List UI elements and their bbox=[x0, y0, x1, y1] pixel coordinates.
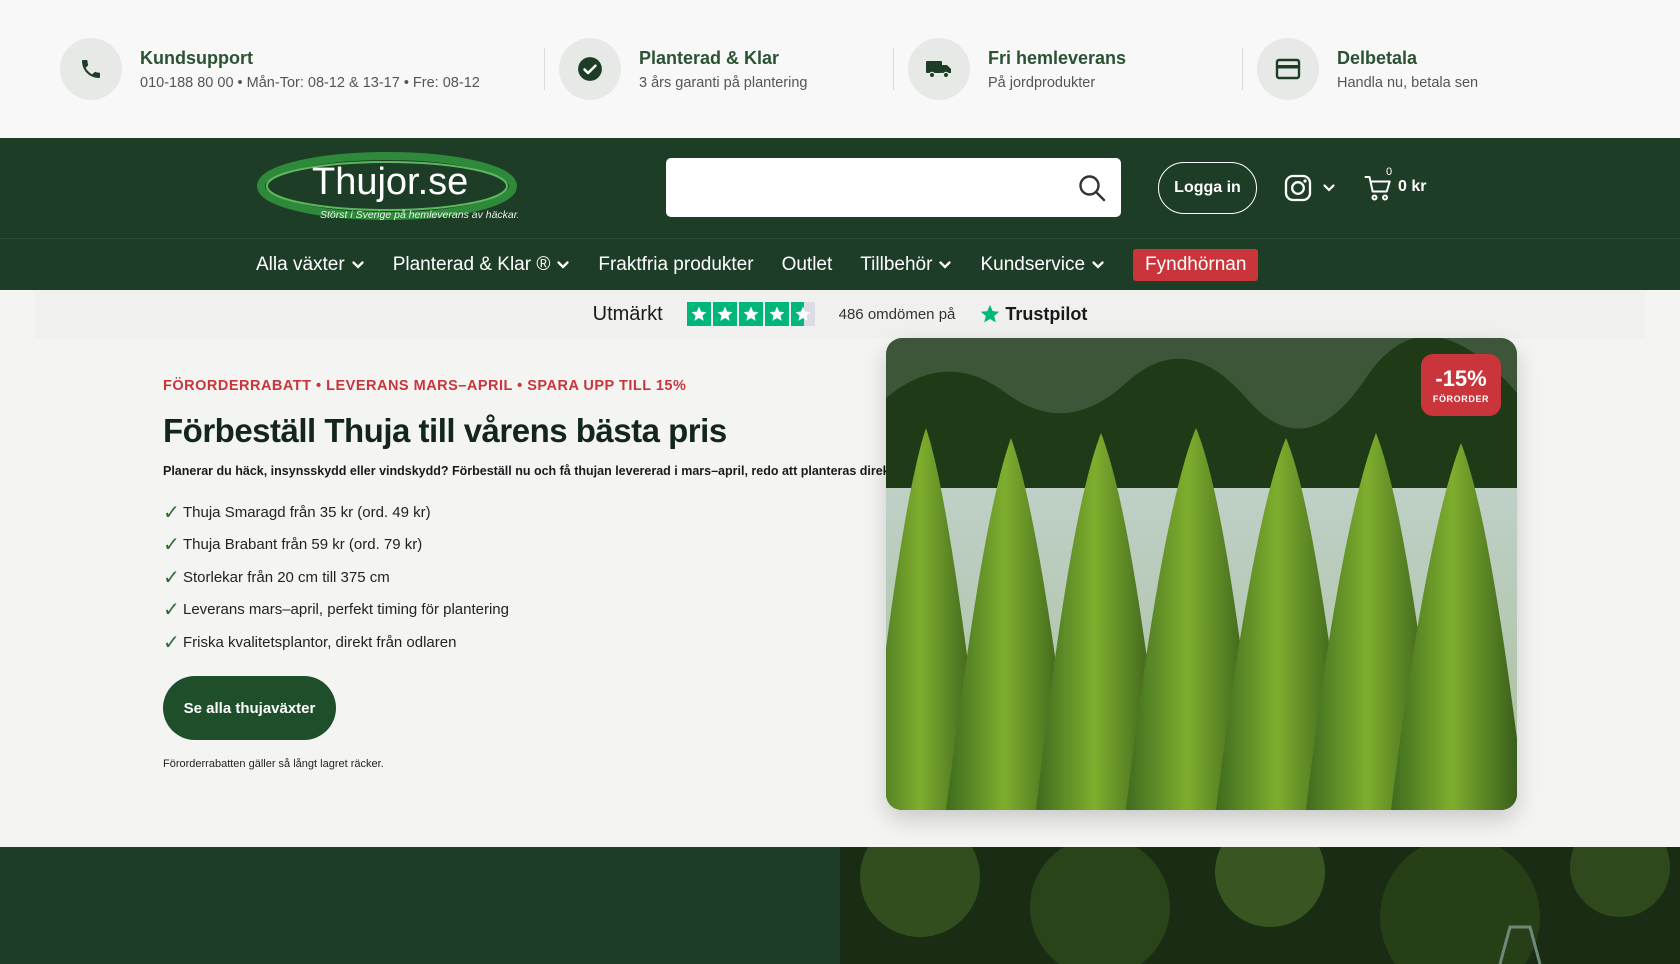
next-section-preview bbox=[0, 847, 1680, 964]
star-icon bbox=[764, 302, 789, 326]
chevron-down-icon bbox=[557, 260, 569, 269]
nav-item-outlet[interactable]: Outlet bbox=[782, 254, 833, 276]
usp-bar: Kundsupport 010-188 80 00 • Mån-Tor: 08-… bbox=[0, 0, 1680, 138]
list-item: ✓ Thuja Smaragd från 35 kr (ord. 49 kr) bbox=[163, 501, 431, 524]
cart-icon[interactable] bbox=[1364, 174, 1392, 202]
green-panel bbox=[0, 847, 840, 964]
garden-image bbox=[840, 847, 1680, 964]
chevron-down-icon[interactable] bbox=[1322, 181, 1336, 195]
usp-planterad[interactable]: Planterad & Klar 3 års garanti på plante… bbox=[559, 38, 879, 100]
hero-section: FÖRORDERRABATT • LEVERANS MARS–APRIL • S… bbox=[0, 338, 1680, 849]
divider bbox=[893, 48, 894, 90]
hero-description: Planerar du häck, insynsskydd eller vind… bbox=[163, 464, 898, 478]
nav-item-alla-vaxter[interactable]: Alla växter bbox=[256, 254, 365, 276]
main-nav: Alla växter Planterad & Klar ® Fraktfria… bbox=[0, 238, 1680, 290]
phone-icon bbox=[60, 38, 122, 100]
list-item: ✓ Thuja Brabant från 59 kr (ord. 79 kr) bbox=[163, 534, 423, 557]
truck-icon bbox=[908, 38, 970, 100]
nav-item-label: Fraktfria produkter bbox=[598, 253, 754, 275]
check-icon: ✓ bbox=[163, 631, 180, 654]
see-all-thuja-button[interactable]: Se alla thujaväxter bbox=[163, 676, 336, 740]
nav-item-label: Fyndhörnan bbox=[1145, 253, 1247, 275]
usp-delbetala[interactable]: Delbetala Handla nu, betala sen bbox=[1257, 38, 1557, 100]
logo-tagline: Störst i Sverige på hemleverans av häcka… bbox=[320, 209, 518, 221]
list-item: ✓ Friska kvalitetsplantor, direkt från od… bbox=[163, 631, 457, 654]
trustpilot-brand: Trustpilot bbox=[979, 303, 1087, 325]
login-button[interactable]: Logga in bbox=[1158, 162, 1257, 214]
hero-note: Förorderrabatten gäller så långt lagret … bbox=[163, 758, 384, 770]
trustpilot-label: Utmärkt bbox=[592, 302, 663, 325]
usp-sub: Handla nu, betala sen bbox=[1337, 74, 1479, 91]
list-item: ✓ Storlekar från 20 cm till 375 cm bbox=[163, 566, 390, 589]
usp-sub: 3 års garanti på plantering bbox=[639, 74, 808, 91]
hero-eyebrow: FÖRORDERRABATT • LEVERANS MARS–APRIL • S… bbox=[163, 378, 687, 394]
search-icon[interactable] bbox=[1077, 173, 1107, 203]
star-icon bbox=[738, 302, 763, 326]
trustpilot-brand-text: Trustpilot bbox=[1005, 303, 1088, 324]
usp-sub: 010-188 80 00 • Mån-Tor: 08-12 & 13-17 •… bbox=[140, 74, 480, 91]
divider bbox=[544, 48, 545, 90]
nav-item-label: Alla växter bbox=[256, 253, 345, 275]
trustpilot-count: 486 omdömen på bbox=[838, 305, 956, 323]
hero-image-thuja-hedge[interactable]: -15% FÖRORDER bbox=[886, 338, 1517, 810]
nav-item-label: Tillbehör bbox=[860, 253, 933, 275]
nav-item-fyndhornan[interactable]: Fyndhörnan bbox=[1133, 248, 1259, 281]
search-input[interactable] bbox=[666, 158, 1056, 217]
nav-item-label: Outlet bbox=[781, 253, 833, 275]
discount-percent: -15% bbox=[1435, 366, 1487, 391]
nav-item-label: Planterad & Klar ® bbox=[392, 253, 551, 275]
nav-item-kundservice[interactable]: Kundservice bbox=[980, 254, 1105, 276]
check-icon: ✓ bbox=[163, 501, 180, 524]
search-box[interactable] bbox=[666, 158, 1121, 217]
hero-title: Förbeställ Thuja till vårens bästa pris bbox=[163, 412, 727, 449]
nav-item-planterad-klar[interactable]: Planterad & Klar ® bbox=[393, 254, 571, 276]
star-icon bbox=[686, 302, 711, 326]
credit-card-icon bbox=[1257, 38, 1319, 100]
nav-item-tillbehor[interactable]: Tillbehör bbox=[860, 254, 952, 276]
trustpilot-widget[interactable]: Utmärkt 486 omdömen på Trustpilot bbox=[35, 290, 1645, 338]
trustpilot-stars bbox=[686, 302, 815, 326]
instagram-icon[interactable] bbox=[1284, 174, 1312, 202]
usp-title: Fri hemleverans bbox=[988, 47, 1127, 68]
check-icon: ✓ bbox=[163, 566, 180, 589]
list-item: ✓ Leverans mars–april, perfekt timing för… bbox=[163, 599, 509, 622]
cart-count: 0 bbox=[1386, 166, 1393, 178]
star-half-icon bbox=[790, 302, 815, 326]
usp-title: Kundsupport bbox=[140, 47, 253, 68]
chevron-down-icon bbox=[1092, 260, 1104, 269]
nav-item-fraktfria[interactable]: Fraktfria produkter bbox=[598, 254, 753, 276]
hero-benefits-list: ✓ Thuja Smaragd från 35 kr (ord. 49 kr) ✓… bbox=[163, 496, 509, 659]
check-icon: ✓ bbox=[163, 599, 180, 622]
discount-label: FÖRORDER bbox=[1432, 394, 1490, 404]
nav-item-label: Kundservice bbox=[980, 253, 1086, 275]
divider bbox=[1242, 48, 1243, 90]
site-logo[interactable]: Thujor.se Störst i Sverige på hemleveran… bbox=[256, 150, 520, 228]
trustpilot-star-icon bbox=[981, 304, 1000, 323]
usp-hemleverans[interactable]: Fri hemleverans På jordprodukter bbox=[908, 38, 1228, 100]
star-icon bbox=[712, 302, 737, 326]
discount-badge: -15% FÖRORDER bbox=[1421, 354, 1501, 416]
chevron-down-icon bbox=[939, 260, 952, 269]
usp-title: Delbetala bbox=[1337, 47, 1418, 68]
chevron-down-icon bbox=[352, 260, 364, 269]
check-icon: ✓ bbox=[163, 534, 180, 557]
site-header: Thujor.se Störst i Sverige på hemleveran… bbox=[0, 138, 1680, 238]
logo-text: Thujor.se bbox=[312, 161, 468, 203]
usp-title: Planterad & Klar bbox=[639, 47, 780, 68]
cart-total[interactable]: 0 kr bbox=[1398, 178, 1426, 196]
usp-sub: På jordprodukter bbox=[988, 74, 1096, 91]
usp-kundsupport[interactable]: Kundsupport 010-188 80 00 • Mån-Tor: 08-… bbox=[60, 38, 530, 100]
check-circle-icon bbox=[559, 38, 621, 100]
